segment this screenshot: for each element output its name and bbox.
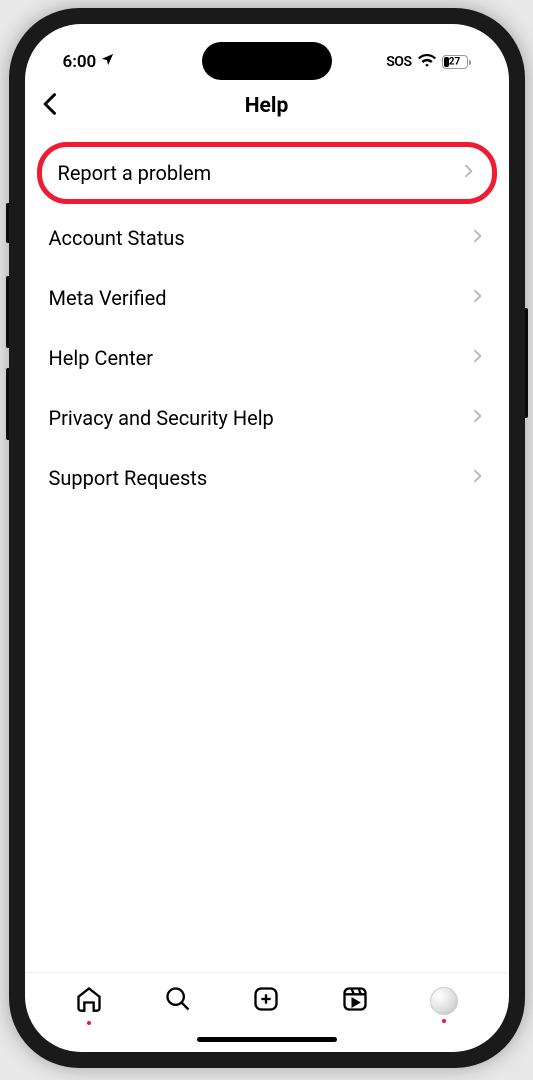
reels-icon xyxy=(341,985,369,1017)
status-left: 6:00 xyxy=(63,52,116,72)
battery-level: 27 xyxy=(449,57,460,68)
menu-item-support-requests[interactable]: Support Requests xyxy=(41,448,493,508)
menu-item-account-status[interactable]: Account Status xyxy=(41,208,493,268)
menu-item-meta-verified[interactable]: Meta Verified xyxy=(41,268,493,328)
tab-search[interactable] xyxy=(133,985,222,1025)
menu-label: Help Center xyxy=(49,346,154,370)
dynamic-island xyxy=(202,42,332,80)
phone-frame: 6:00 SOS 27 xyxy=(9,8,525,1068)
status-right: SOS 27 xyxy=(386,52,470,72)
menu-item-privacy-security[interactable]: Privacy and Security Help xyxy=(41,388,493,448)
power-button xyxy=(525,308,528,418)
page-title: Help xyxy=(245,94,289,118)
menu-label: Account Status xyxy=(49,226,185,250)
plus-square-icon xyxy=(252,985,280,1017)
profile-avatar-icon xyxy=(430,987,458,1015)
tab-create[interactable] xyxy=(222,985,311,1025)
menu-label: Support Requests xyxy=(49,466,208,490)
home-icon xyxy=(75,985,103,1017)
volume-down-button xyxy=(6,368,9,440)
battery-icon: 27 xyxy=(442,55,471,69)
tab-reels[interactable] xyxy=(311,985,400,1025)
wifi-icon xyxy=(418,52,436,72)
location-icon xyxy=(100,52,115,72)
menu-label: Report a problem xyxy=(58,161,212,185)
chevron-right-icon xyxy=(469,228,485,248)
chevron-right-icon xyxy=(469,468,485,488)
volume-up-button xyxy=(6,276,9,348)
menu-list: Report a problem Account Status xyxy=(25,136,509,972)
tab-home[interactable] xyxy=(45,985,134,1025)
menu-item-help-center[interactable]: Help Center xyxy=(41,328,493,388)
nav-header: Help xyxy=(25,82,509,136)
notification-dot xyxy=(87,1021,91,1025)
menu-item-report-problem[interactable]: Report a problem xyxy=(50,147,484,199)
tab-profile[interactable] xyxy=(400,987,489,1023)
silence-switch xyxy=(6,203,9,243)
back-button[interactable] xyxy=(37,90,65,122)
chevron-right-icon xyxy=(469,288,485,308)
home-indicator[interactable] xyxy=(197,1037,337,1042)
status-time: 6:00 xyxy=(63,52,97,72)
sos-indicator: SOS xyxy=(386,54,411,70)
screen: 6:00 SOS 27 xyxy=(25,24,509,1052)
menu-label: Meta Verified xyxy=(49,286,167,310)
menu-label: Privacy and Security Help xyxy=(49,406,274,430)
search-icon xyxy=(164,985,192,1017)
tab-bar xyxy=(25,972,509,1029)
chevron-right-icon xyxy=(469,348,485,368)
chevron-right-icon xyxy=(460,163,476,183)
notification-dot xyxy=(442,1019,446,1023)
highlight-outline: Report a problem xyxy=(37,142,497,204)
chevron-right-icon xyxy=(469,408,485,428)
